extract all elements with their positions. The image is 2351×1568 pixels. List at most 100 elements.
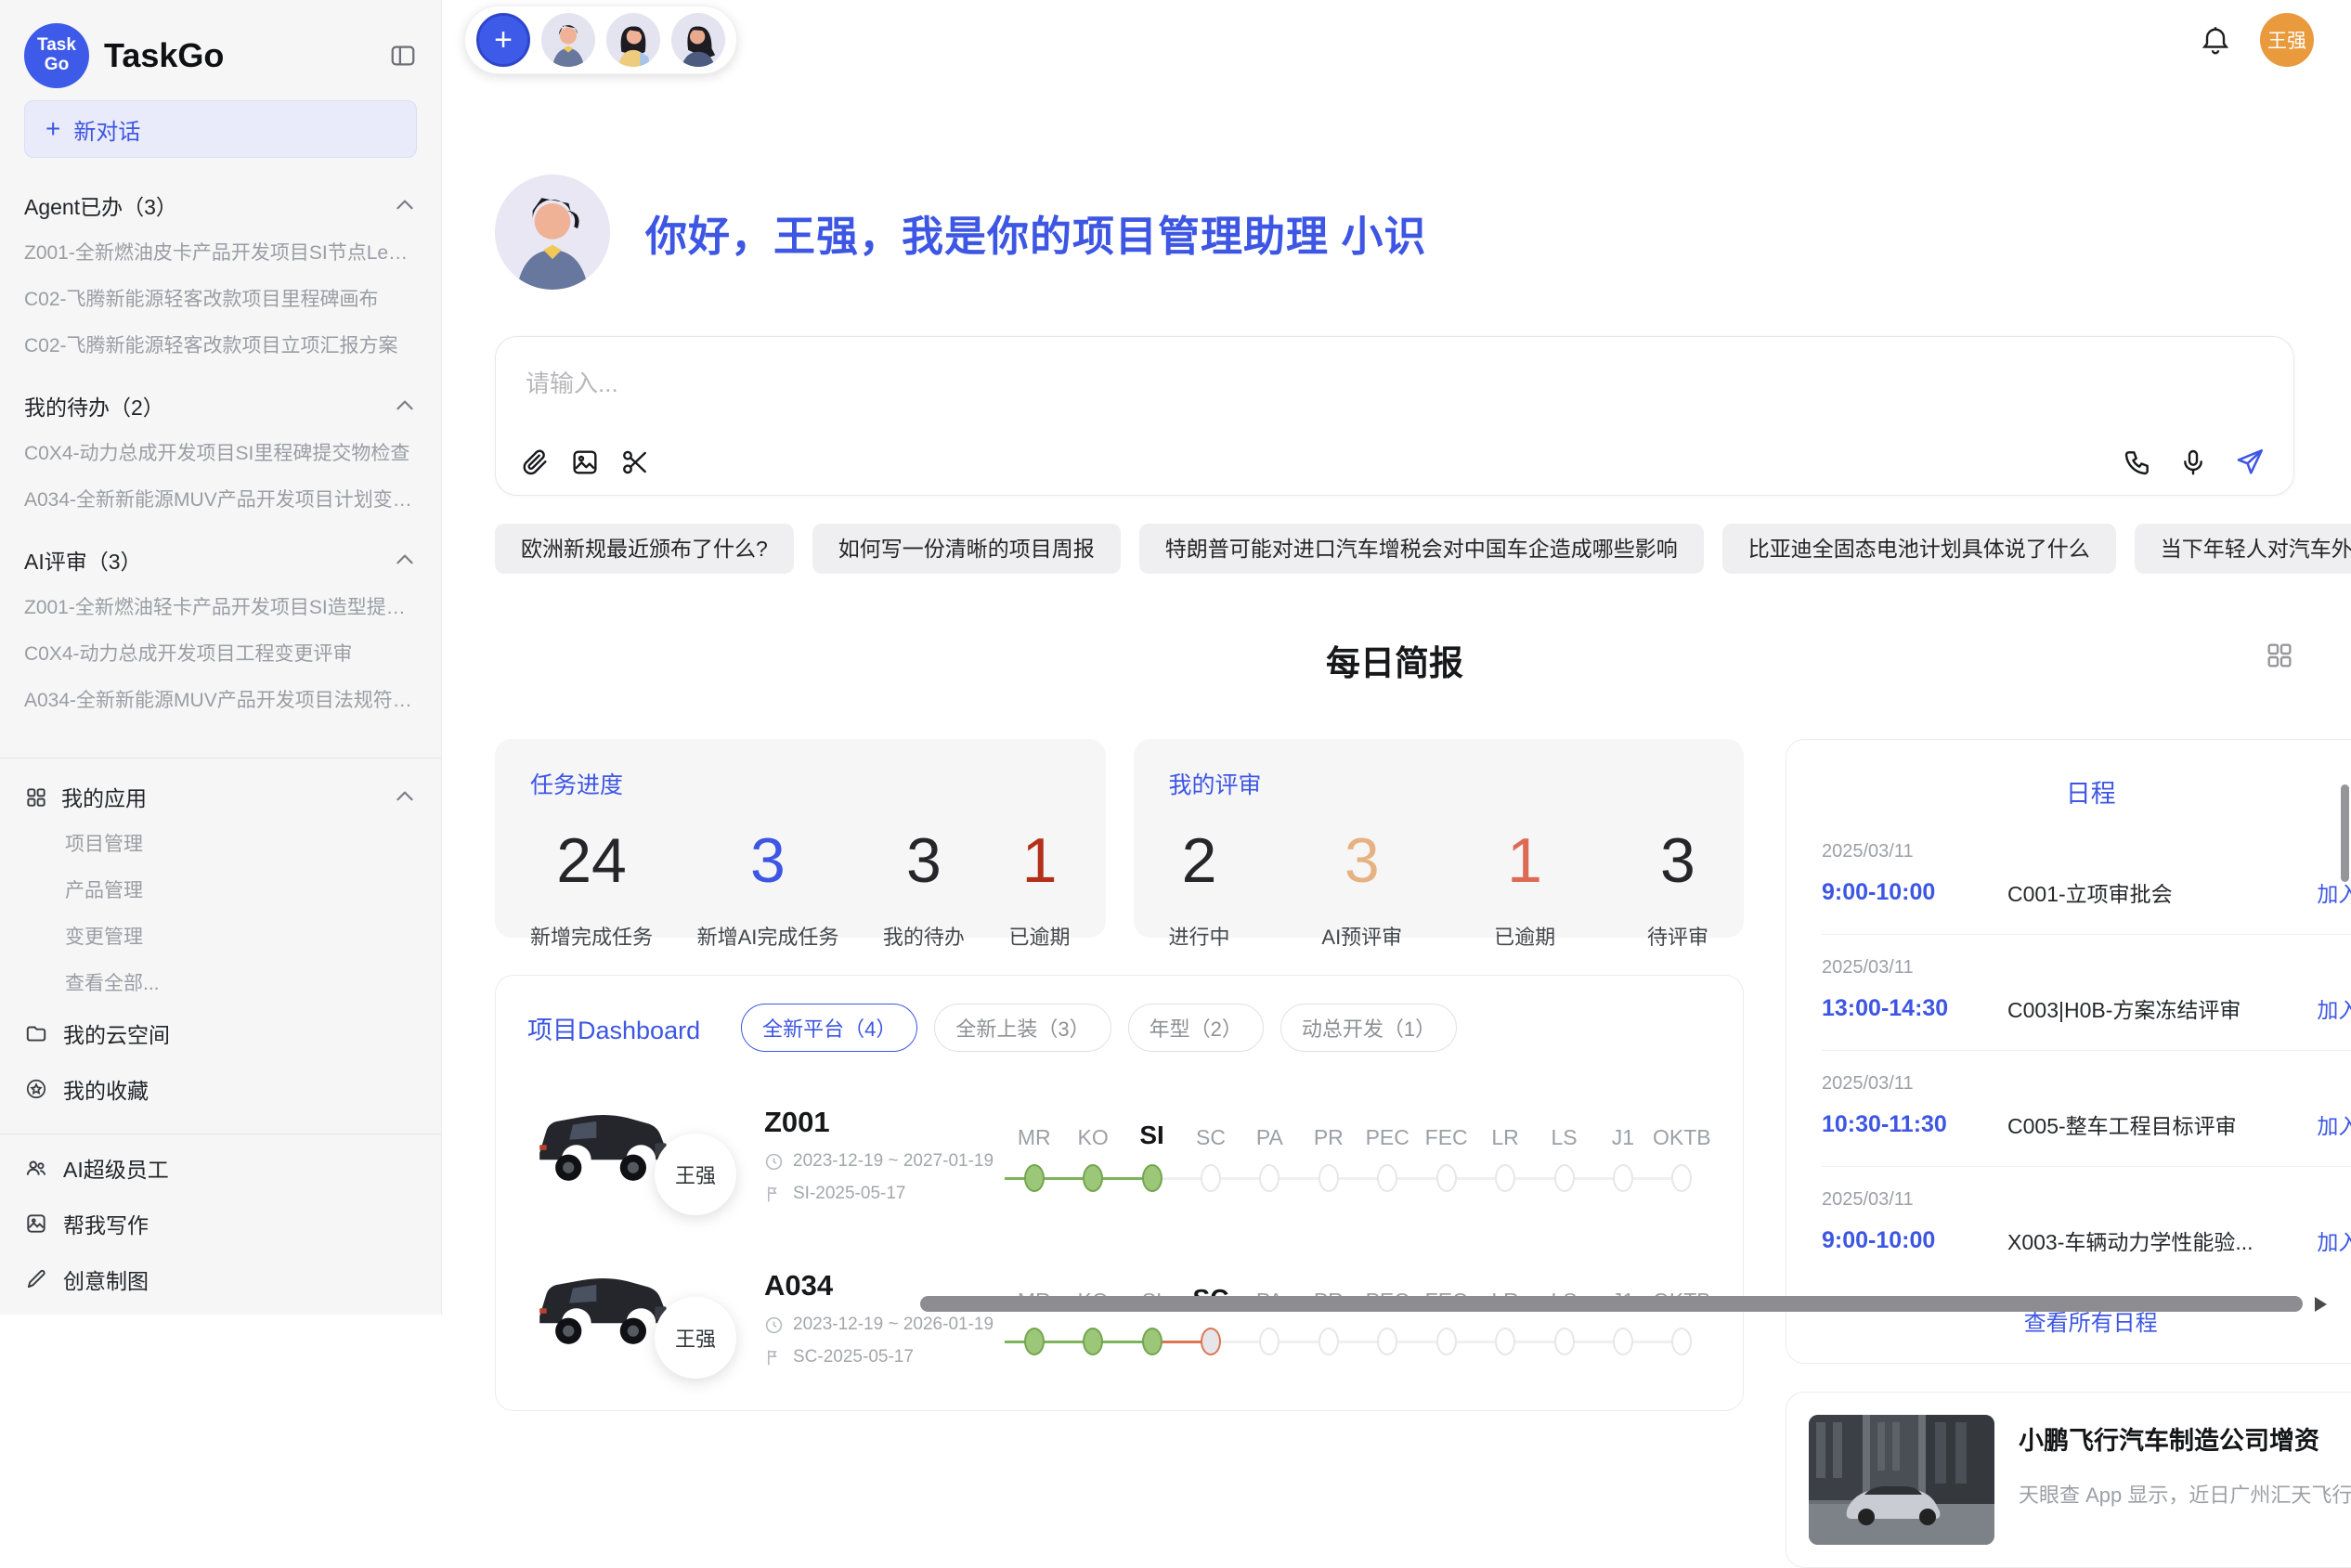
stat-card-title: 我的评审 — [1169, 767, 1709, 800]
agent-avatar-3[interactable] — [671, 13, 725, 67]
milestone-dot — [1318, 1328, 1339, 1355]
suggestion-chip[interactable]: 比亚迪全固态电池计划具体说了什么 — [1722, 524, 2116, 574]
schedule-name: C001-立项审批会 — [2007, 876, 2300, 908]
project-row[interactable]: 王强Z0012023-12-19 ~ 2027-01-19SI-2025-05-… — [527, 1095, 1711, 1215]
agent-avatar-2[interactable] — [606, 13, 660, 67]
app-item[interactable]: 变更管理 — [24, 913, 417, 959]
phone-call-icon[interactable] — [2123, 447, 2152, 477]
add-agent-button[interactable]: + — [476, 13, 530, 67]
milestone-pec: PEC — [1358, 1117, 1417, 1193]
suggestion-chip[interactable]: 当下年轻人对汽车外观有怎样的喜好趋势 — [2135, 524, 2351, 574]
sidebar-item[interactable]: Z001-全新燃油轻卡产品开发项目SI造型提交物评审 — [24, 583, 417, 629]
milestone-pr: PR — [1299, 1280, 1357, 1356]
suggestion-chip[interactable]: 特朗普可能对进口汽车增税会对中国车企造成哪些影响 — [1139, 524, 1704, 574]
sidebar-item[interactable]: C0X4-动力总成开发项目SI里程碑提交物检查 — [24, 429, 417, 475]
scissors-icon[interactable] — [620, 447, 650, 477]
collapse-sidebar-icon[interactable] — [389, 42, 417, 70]
milestone-pr: PR — [1299, 1117, 1357, 1193]
milestone-dot-area — [1358, 1327, 1417, 1356]
microphone-icon[interactable] — [2178, 447, 2208, 477]
schedule-name: C005-整车工程目标评审 — [2007, 1108, 2300, 1140]
schedule-name: C003|H0B-方案冻结评审 — [2007, 992, 2300, 1024]
milestone-mr: MR — [1005, 1280, 1063, 1356]
stat-label: 新增完成任务 — [530, 921, 653, 951]
sidebar-item[interactable]: C02-飞腾新能源轻客改款项目里程碑画布 — [24, 275, 417, 321]
sidebar-section-header[interactable]: Agent已办（3） — [24, 176, 417, 228]
stat-value: 2 — [1182, 824, 1217, 897]
milestone-label: FEC — [1425, 1117, 1468, 1150]
sidebar-item[interactable]: C0X4-动力总成开发项目工程变更评审 — [24, 629, 417, 676]
sidebar-section-header[interactable]: AI评审（3） — [24, 531, 417, 583]
join-meeting-link[interactable]: 加入 — [2317, 992, 2351, 1024]
vertical-scrollbar[interactable] — [2341, 784, 2349, 882]
filter-pill[interactable]: 全新上装（3） — [934, 1004, 1111, 1052]
filter-pill[interactable]: 动总开发（1） — [1280, 1004, 1457, 1052]
image-upload-icon[interactable] — [570, 447, 600, 477]
chevron-up-icon — [393, 193, 417, 217]
sidebar-section-label: AI评审（3） — [24, 544, 142, 576]
main-content: 你好，王强，我是你的项目管理助理 小识 请输入... — [442, 0, 2351, 1315]
sidebar-item[interactable]: A034-全新新能源MUV产品开发项目计划变更表编写 — [24, 475, 417, 522]
sidebar-item[interactable]: A034-全新新能源MUV产品开发项目法规符合性评审 — [24, 676, 417, 722]
news-card[interactable]: 小鹏飞行汽车制造公司增资 天眼查 App 显示，近日广州汇天飞行汽 — [1786, 1392, 2351, 1568]
milestone-dot-area — [1417, 1163, 1475, 1193]
sidebar-item[interactable]: Z001-全新燃油皮卡产品开发项目SI节点Lesson Learn报告 — [24, 228, 417, 275]
app-title: TaskGo — [104, 36, 374, 75]
milestone-oktb: OKTB — [1653, 1280, 1711, 1356]
stat-value: 3 — [750, 824, 786, 897]
milestone-sc: SC — [1181, 1280, 1240, 1356]
project-image: 王强 — [527, 1095, 764, 1215]
sidebar-my-apps-header[interactable]: 我的应用 — [24, 768, 417, 820]
agent-avatar-1[interactable] — [541, 13, 595, 67]
stat-items: 24新增完成任务3新增AI完成任务3我的待办1已逾期 — [530, 824, 1071, 951]
app-item[interactable]: 产品管理 — [24, 866, 417, 913]
filter-pill[interactable]: 全新平台（4） — [741, 1004, 917, 1052]
milestone-dot-area — [1240, 1327, 1299, 1356]
stat-label: 已逾期 — [1008, 921, 1070, 951]
horizontal-scrollbar[interactable] — [920, 1296, 2303, 1312]
milestone-dot-area — [1181, 1163, 1240, 1193]
tool-row-1[interactable]: AI超级员工 — [24, 1140, 417, 1196]
schedule-item: 2025/03/1110:30-11:30C005-整车工程目标评审加入 — [1822, 1051, 2351, 1167]
notification-bell-icon[interactable] — [2199, 23, 2232, 57]
scroll-right-arrow[interactable] — [2315, 1297, 2327, 1312]
project-row[interactable]: 王强A0342023-12-19 ~ 2026-01-19SC-2025-05-… — [527, 1258, 1711, 1379]
view-all-apps-link[interactable]: 查看全部... — [24, 959, 417, 1005]
project-image: 王强 — [527, 1258, 764, 1379]
new-chat-button[interactable]: + 新对话 — [24, 100, 417, 158]
my-apps-label: 我的应用 — [24, 781, 147, 812]
news-image — [1809, 1415, 1994, 1545]
sidebar-item[interactable]: C02-飞腾新能源轻客改款项目立项汇报方案 — [24, 321, 417, 368]
tool-row-3[interactable]: 创意制图 — [24, 1251, 417, 1307]
send-icon[interactable] — [2234, 447, 2266, 478]
user-avatar[interactable]: 王强 — [2260, 13, 2314, 67]
project-owner-badge: 王强 — [655, 1297, 736, 1379]
stat: 3我的待办 — [883, 824, 965, 951]
schedule-row: 13:00-14:30C003|H0B-方案冻结评审加入 — [1822, 992, 2351, 1024]
layout-grid-icon[interactable] — [2265, 641, 2294, 670]
milestone-dot-area — [1063, 1327, 1122, 1356]
milestone-si: SI — [1123, 1280, 1181, 1356]
project-dates: 2023-12-19 ~ 2027-01-19 — [764, 1151, 992, 1172]
favorites-row[interactable]: 我的收藏 — [24, 1061, 417, 1117]
sidebar-header: Task Go TaskGo — [24, 17, 417, 95]
milestone-dot-area — [1299, 1327, 1357, 1356]
suggestion-chip[interactable]: 欧洲新规最近颁布了什么? — [495, 524, 794, 574]
suggestion-chip[interactable]: 如何写一份清晰的项目周报 — [812, 524, 1121, 574]
filter-pill[interactable]: 年型（2） — [1128, 1004, 1264, 1052]
stat-value: 24 — [556, 824, 627, 897]
app-item[interactable]: 项目管理 — [24, 820, 417, 866]
tool-row-2[interactable]: 帮我写作 — [24, 1196, 417, 1251]
chat-input-card[interactable]: 请输入... — [495, 336, 2294, 496]
sidebar-section-header[interactable]: 我的评审（2） — [24, 732, 417, 741]
attachment-icon[interactable] — [520, 447, 550, 477]
join-meeting-link[interactable]: 加入 — [2317, 1225, 2351, 1256]
milestone-fec: FEC — [1417, 1117, 1475, 1193]
sidebar-section-header[interactable]: 我的待办（2） — [24, 377, 417, 429]
cloud-space-row[interactable]: 我的云空间 — [24, 1005, 417, 1061]
join-meeting-link[interactable]: 加入 — [2317, 1108, 2351, 1140]
milestone-dot — [1083, 1164, 1103, 1192]
milestone-dot — [1671, 1328, 1692, 1355]
assistant-avatar — [495, 175, 610, 290]
suggestion-chips: 欧洲新规最近颁布了什么? 如何写一份清晰的项目周报特朗普可能对进口汽车增税会对中国… — [495, 524, 2294, 574]
